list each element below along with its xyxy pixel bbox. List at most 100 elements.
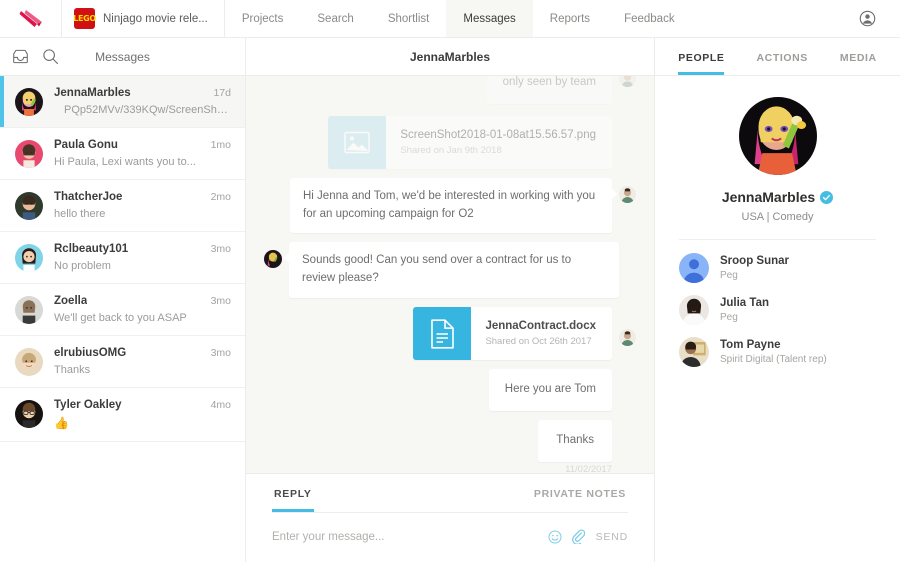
- tab-media[interactable]: MEDIA: [840, 38, 877, 75]
- avatar: [679, 295, 709, 325]
- nav-item-shortlist[interactable]: Shortlist: [371, 0, 447, 37]
- profile-card: JennaMarbles USA | Comedy: [655, 76, 900, 239]
- person-item-sroop-sunar[interactable]: Sroop Sunar Peg: [679, 253, 876, 283]
- jennamarbles-avatar: [264, 250, 282, 269]
- tab-private-notes[interactable]: PRIVATE NOTES: [532, 474, 628, 512]
- message-row-outgoing-3: Thanks: [264, 419, 636, 462]
- private-note-bubble: only seen by team: [486, 76, 612, 104]
- messaging-app: LEGO Ninjago movie rele... Projects Sear…: [0, 0, 900, 562]
- conversation-item-jennamarbles[interactable]: JennaMarbles 17d PQp52MVv/339KQw/ScreenS…: [0, 76, 245, 128]
- message-row-outgoing-1: Hi Jenna and Tom, we'd be interested in …: [264, 177, 636, 234]
- account-button[interactable]: [859, 0, 900, 37]
- attachment-info: JennaContract.docx Shared on Oct 26th 20…: [471, 307, 612, 360]
- message-bubble: Thanks: [538, 419, 612, 462]
- details-tabs: PEOPLE ACTIONS MEDIA: [655, 38, 900, 76]
- person-text: Sroop Sunar Peg: [720, 255, 789, 281]
- conversation-preview: hello there: [54, 208, 106, 220]
- conversation-time: 3mo: [210, 243, 231, 255]
- conversation-text: Zoella 3mo We'll get back to you ASAP: [54, 295, 231, 324]
- conversation-name: Paula Gonu: [54, 139, 118, 151]
- avatar: [264, 250, 282, 269]
- conversation-name: ThatcherJoe: [54, 191, 123, 203]
- message-input[interactable]: [272, 530, 548, 543]
- conversation-name: Tyler Oakley: [54, 399, 122, 411]
- conversation-item-rclbeauty101[interactable]: Rclbeauty101 3mo No problem: [0, 232, 245, 284]
- person-item-tom-payne[interactable]: Tom Payne Spirit Digital (Talent rep): [679, 337, 876, 367]
- zoella-avatar: [15, 296, 43, 324]
- conversation-top-row: Rclbeauty101 3mo: [54, 243, 231, 255]
- profile-avatar[interactable]: [738, 97, 817, 175]
- conversation-preview: Thanks: [54, 364, 91, 376]
- avatar: [15, 244, 43, 272]
- person-item-julia-tan[interactable]: Julia Tan Peg: [679, 295, 876, 325]
- tab-reply[interactable]: REPLY: [272, 474, 314, 512]
- message-thread[interactable]: only seen by team ScreenShot2018-01-08at…: [246, 76, 654, 473]
- message-timestamp: 11/02/2017: [565, 463, 612, 473]
- composer-tabs: REPLY PRIVATE NOTES: [272, 474, 628, 513]
- conversation-item-zoella[interactable]: Zoella 3mo We'll get back to you ASAP: [0, 284, 245, 336]
- conversation-text: elrubiusOMG 3mo Thanks: [54, 347, 231, 376]
- avatar: [15, 140, 43, 168]
- document-attachment-card[interactable]: JennaContract.docx Shared on Oct 26th 20…: [413, 307, 612, 361]
- search-button[interactable]: [42, 48, 72, 65]
- conversation-text: Rclbeauty101 3mo No problem: [54, 243, 231, 272]
- jennamarbles-large-avatar: [738, 97, 817, 175]
- emoji-smiley-icon[interactable]: [548, 529, 562, 544]
- image-attachment-card[interactable]: ScreenShot2018-01-08at15.56.57.png Share…: [328, 115, 612, 169]
- sroopsunar-avatar: [679, 253, 709, 283]
- nav-item-projects[interactable]: Projects: [225, 0, 301, 37]
- attachment-filename: ScreenShot2018-01-08at15.56.57.png: [400, 128, 596, 141]
- avatar: [619, 76, 636, 87]
- profile-meta: USA | Comedy: [741, 211, 814, 223]
- avatar: [15, 88, 43, 116]
- profile-name: JennaMarbles: [721, 189, 816, 205]
- nav-item-search[interactable]: Search: [300, 0, 370, 37]
- message-bubble: Sounds good! Can you send over a contrac…: [284, 242, 619, 299]
- composer-actions: SEND: [548, 529, 628, 544]
- conversation-time: 4mo: [210, 399, 231, 411]
- conversations-panel: Messages JennaMarbles 17d PQp52MVv/339KQ…: [0, 38, 246, 562]
- conversation-time: 2mo: [210, 191, 231, 203]
- project-name: Ninjago movie rele...: [103, 12, 208, 25]
- inbox-button[interactable]: [12, 49, 42, 64]
- details-panel: PEOPLE ACTIONS MEDIA JennaMarbles USA | …: [655, 38, 900, 562]
- tompayne-avatar: [619, 76, 636, 87]
- conversation-item-elrubiusomg[interactable]: elrubiusOMG 3mo Thanks: [0, 336, 245, 388]
- document-file-icon: [431, 318, 454, 349]
- conversation-item-thatcherjoe[interactable]: ThatcherJoe 2mo hello there: [0, 180, 245, 232]
- project-selector[interactable]: LEGO Ninjago movie rele...: [62, 0, 225, 37]
- conversation-name: JennaMarbles: [54, 87, 131, 99]
- message-bubble: Here you are Tom: [488, 369, 612, 411]
- conversation-time: 3mo: [210, 347, 231, 359]
- avatar: [679, 337, 709, 367]
- conversation-item-tyleroakley[interactable]: Tyler Oakley 4mo 👍: [0, 388, 245, 442]
- message-row-image-attachment: ScreenShot2018-01-08at15.56.57.png Share…: [264, 115, 636, 169]
- conversation-preview: PQp52MVv/339KQw/ScreenShot2...: [64, 104, 231, 116]
- avatar: [15, 192, 43, 220]
- nav-item-messages[interactable]: Messages: [446, 0, 533, 37]
- tab-people[interactable]: PEOPLE: [678, 38, 724, 75]
- lego-logo-icon: LEGO: [73, 8, 96, 29]
- avatar: [15, 400, 43, 428]
- message-thread-panel: JennaMarbles only seen by team ScreenSho…: [246, 38, 655, 562]
- person-name: Tom Payne: [720, 339, 781, 351]
- avatar: [619, 185, 636, 203]
- conversation-top-row: elrubiusOMG 3mo: [54, 347, 231, 359]
- nav-item-feedback[interactable]: Feedback: [607, 0, 692, 37]
- thread-header: JennaMarbles: [246, 38, 654, 76]
- jennamarbles-avatar: [15, 88, 43, 116]
- brand-logo[interactable]: [0, 0, 62, 37]
- avatar: [619, 329, 636, 347]
- conversations-header: Messages: [0, 38, 245, 76]
- inbox-icon: [13, 49, 28, 64]
- image-file-icon: [344, 131, 371, 154]
- talent-logo-icon: [19, 9, 42, 27]
- person-role: Spirit Digital (Talent rep): [720, 354, 827, 365]
- nav-item-reports[interactable]: Reports: [533, 0, 607, 37]
- send-button[interactable]: SEND: [596, 531, 628, 543]
- conversation-item-paulagonu[interactable]: Paula Gonu 1mo Hi Paula, Lexi wants you …: [0, 128, 245, 180]
- message-bubble: Hi Jenna and Tom, we'd be interested in …: [290, 177, 617, 234]
- tab-actions[interactable]: ACTIONS: [756, 38, 807, 75]
- rclbeauty101-avatar: [15, 244, 43, 272]
- paperclip-icon[interactable]: [571, 529, 585, 544]
